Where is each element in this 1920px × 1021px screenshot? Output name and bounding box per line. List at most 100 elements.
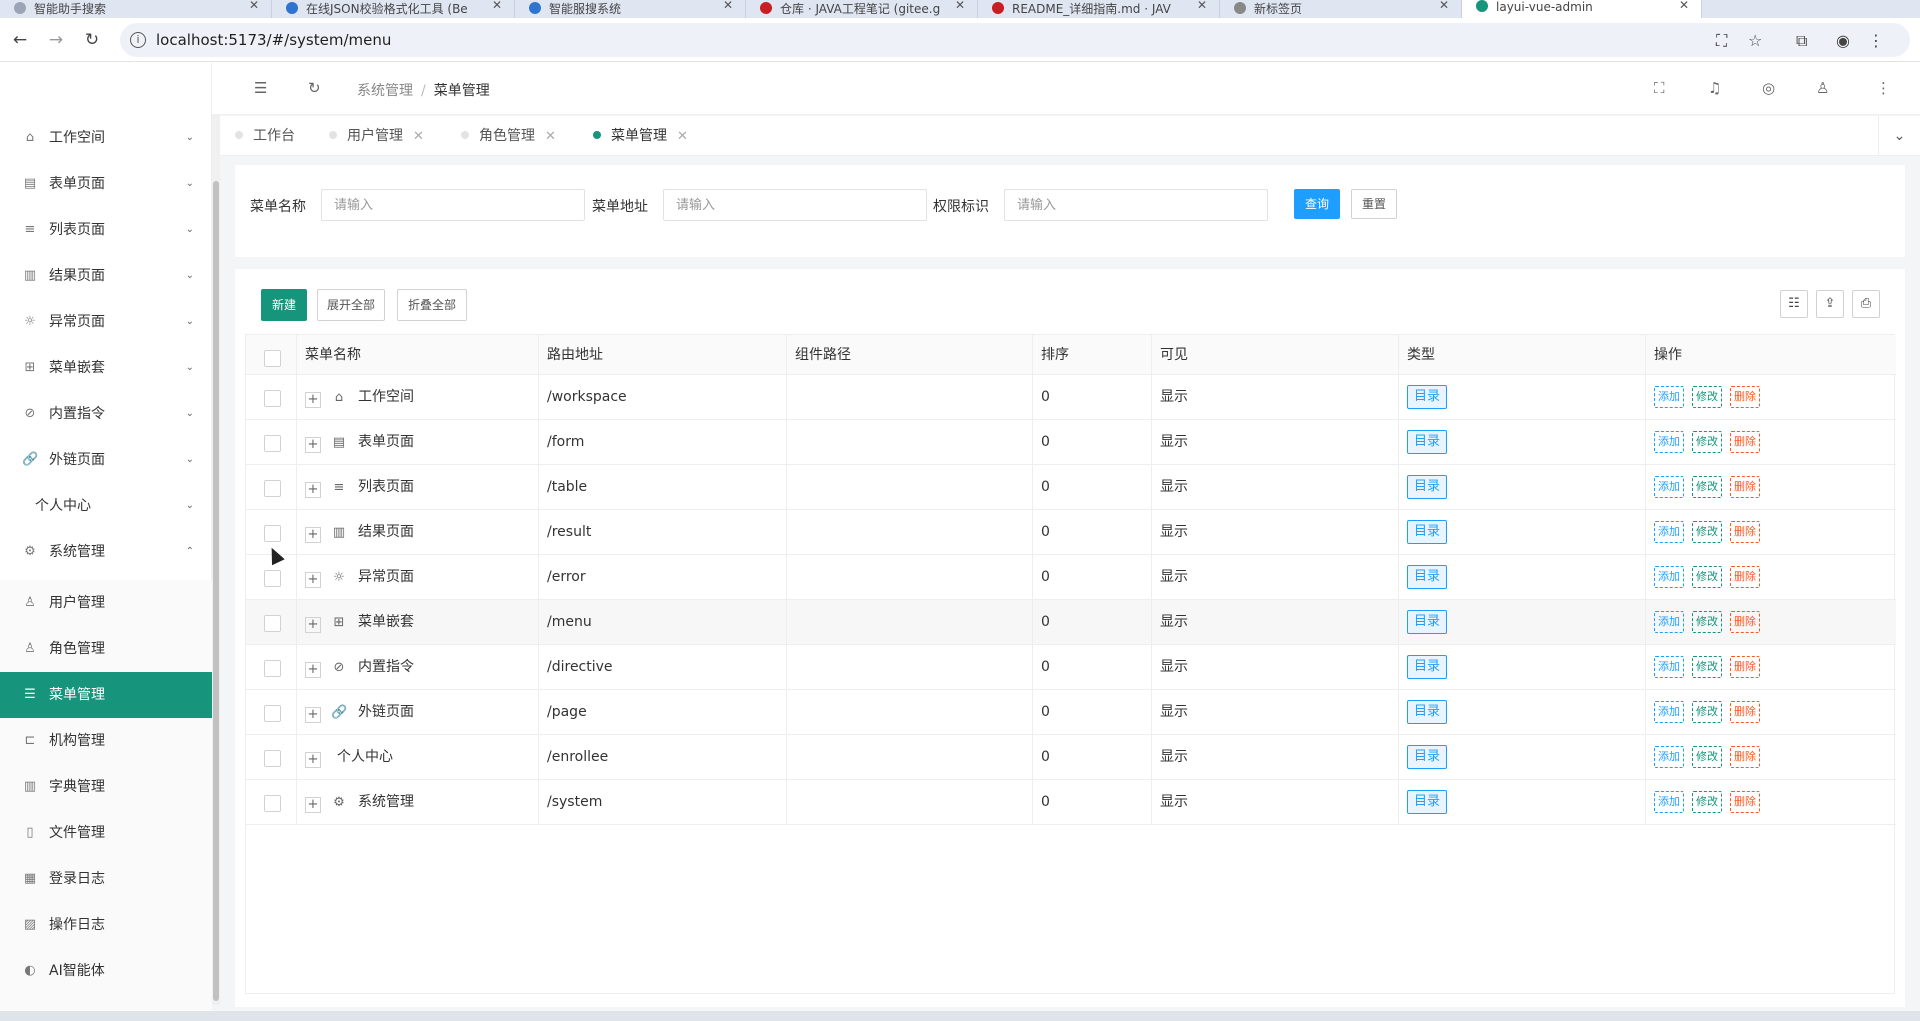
menu-name-input[interactable] [321,189,585,221]
delete-button[interactable]: 删除 [1730,521,1760,543]
row-checkbox[interactable] [264,435,281,452]
add-button[interactable]: 添加 [1654,746,1684,768]
column-filter-icon[interactable]: ☷ [1780,290,1808,318]
permission-input[interactable] [1004,189,1268,221]
query-button[interactable]: 查询 [1294,189,1340,219]
add-button[interactable]: 添加 [1654,566,1684,588]
add-button[interactable]: 添加 [1654,656,1684,678]
edit-button[interactable]: 修改 [1692,476,1722,498]
url-text[interactable]: localhost:5173/#/system/menu [156,31,391,49]
tab-close-icon[interactable]: ✕ [492,0,502,12]
sidebar-subitem[interactable]: ⊏ 机构管理 [0,718,212,764]
sidebar-scroll-thumb[interactable] [213,181,219,1001]
address-bar[interactable]: i localhost:5173/#/system/menu ⛶ ☆ ⧉ ◉ ⋮ [120,23,1910,57]
browser-tab-title[interactable]: 智能服搜系统 [549,2,621,16]
sidebar-subitem[interactable]: ▥ 字典管理 [0,764,212,810]
browser-tab-title[interactable]: 仓库 · JAVA工程笔记 (gitee.g [780,2,940,16]
expand-icon[interactable]: + [305,572,321,588]
sidebar-subitem[interactable]: ▦ 登录日志 [0,856,212,902]
edit-button[interactable]: 修改 [1692,386,1722,408]
sidebar-subitem[interactable]: ♙ 角色管理 [0,626,212,672]
browser-tab[interactable]: 智能服搜系统 ✕ [515,0,746,18]
menu-path-input[interactable] [663,189,927,221]
tabs-more-chevron-icon[interactable]: ⌄ [1878,116,1920,156]
reset-button[interactable]: 重置 [1351,189,1397,219]
row-checkbox[interactable] [264,390,281,407]
row-checkbox[interactable] [264,525,281,542]
tab-close-icon[interactable]: ✕ [1679,0,1689,12]
sidebar-subitem[interactable]: ▨ 操作日志 [0,902,212,948]
browser-menu-icon[interactable]: ⋮ [1868,31,1884,50]
expand-icon[interactable]: + [305,392,321,408]
translate-icon[interactable]: ⛶ [1716,31,1727,51]
edit-button[interactable]: 修改 [1692,746,1722,768]
browser-tab-title[interactable]: 新标签页 [1254,2,1302,16]
page-tab[interactable]: 用户管理 ✕ [329,116,424,156]
back-icon[interactable]: ← [8,28,32,52]
delete-button[interactable]: 删除 [1730,566,1760,588]
sidebar-subitem[interactable]: ◐ AI智能体 [0,948,212,994]
sidebar-item[interactable]: ⊞ 菜单嵌套 ⌄ [0,345,212,391]
edit-button[interactable]: 修改 [1692,791,1722,813]
sidebar-subitem[interactable]: ♙ 用户管理 [0,580,212,626]
fullscreen-icon[interactable]: ⛶ [1654,79,1665,97]
reload-icon[interactable]: ↻ [80,28,104,52]
delete-button[interactable]: 删除 [1730,791,1760,813]
tab-close-icon[interactable]: ✕ [249,0,259,12]
expand-icon[interactable]: + [305,662,321,678]
add-button[interactable]: 添加 [1654,611,1684,633]
forward-icon[interactable]: → [44,28,68,52]
edit-button[interactable]: 修改 [1692,611,1722,633]
tab-close-icon[interactable]: ✕ [1439,0,1449,12]
row-checkbox[interactable] [264,750,281,767]
more-icon[interactable]: ⋮ [1876,79,1891,97]
sidebar-item[interactable]: 个人中心 ⌄ [0,483,212,529]
print-icon[interactable]: ⎙ [1852,290,1880,318]
row-checkbox[interactable] [264,795,281,812]
edit-button[interactable]: 修改 [1692,656,1722,678]
delete-button[interactable]: 删除 [1730,431,1760,453]
sidebar-item[interactable]: 🔗 外链页面 ⌄ [0,437,212,483]
profile-icon[interactable]: ◉ [1836,31,1850,50]
tab-close-icon[interactable]: ✕ [723,0,733,12]
language-icon[interactable]: ◎ [1762,79,1775,97]
expand-icon[interactable]: + [305,752,321,768]
browser-tab[interactable]: 智能助手搜索 ✕ [0,0,272,18]
row-checkbox[interactable] [264,570,281,587]
new-button[interactable]: 新建 [261,289,307,321]
row-checkbox[interactable] [264,615,281,632]
expand-icon[interactable]: + [305,617,321,633]
extensions-icon[interactable]: ⧉ [1796,31,1807,51]
menu-fold-icon[interactable]: ☰ [254,79,267,97]
sidebar-item[interactable]: ▥ 结果页面 ⌄ [0,253,212,299]
expand-all-button[interactable]: 展开全部 [317,289,385,321]
row-checkbox[interactable] [264,705,281,722]
site-info-icon[interactable]: i [130,32,146,48]
edit-button[interactable]: 修改 [1692,431,1722,453]
add-button[interactable]: 添加 [1654,791,1684,813]
browser-tab-title[interactable]: 智能助手搜索 [34,2,106,16]
delete-button[interactable]: 删除 [1730,656,1760,678]
browser-tab[interactable]: 在线JSON校验格式化工具 (Be ✕ [272,0,515,18]
sidebar-item[interactable]: ⊘ 内置指令 ⌄ [0,391,212,437]
expand-icon[interactable]: + [305,797,321,813]
edit-button[interactable]: 修改 [1692,566,1722,588]
page-tab[interactable]: 工作台 [235,116,295,156]
browser-tab-title[interactable]: 在线JSON校验格式化工具 (Be [306,2,468,16]
delete-button[interactable]: 删除 [1730,701,1760,723]
delete-button[interactable]: 删除 [1730,611,1760,633]
add-button[interactable]: 添加 [1654,476,1684,498]
breadcrumb-parent[interactable]: 系统管理 [357,83,413,99]
bell-icon[interactable]: ♫ [1708,79,1721,97]
tab-close-icon[interactable]: ✕ [955,0,965,12]
bookmark-star-icon[interactable]: ☆ [1748,31,1762,50]
collapse-all-button[interactable]: 折叠全部 [397,289,467,321]
tab-close-icon[interactable]: ✕ [413,129,424,144]
user-icon[interactable]: ♙ [1816,79,1829,97]
edit-button[interactable]: 修改 [1692,701,1722,723]
tab-close-icon[interactable]: ✕ [545,129,556,144]
browser-tab-title[interactable]: layui-vue-admin [1496,0,1593,14]
sidebar-item[interactable]: ⌂ 工作空间 ⌄ [0,115,212,161]
add-button[interactable]: 添加 [1654,386,1684,408]
browser-tab[interactable]: 仓库 · JAVA工程笔记 (gitee.g ✕ [746,0,978,18]
